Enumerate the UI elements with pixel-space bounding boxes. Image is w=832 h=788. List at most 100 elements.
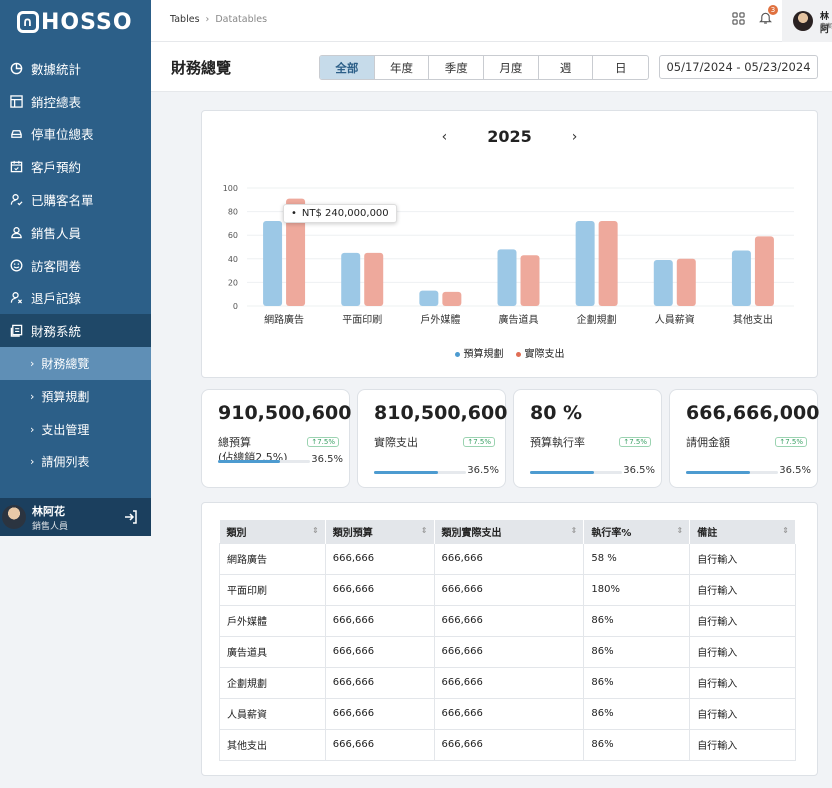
sort-icon[interactable]: ⇕ [421,526,428,535]
table-row[interactable]: 戶外媒體 666,666 666,666 86% 自行輸入 [219,604,796,637]
sidebar-item-buyers[interactable]: 已購客名單 [0,183,151,216]
sidebar-subitem-label: 財務總覽 [41,357,90,372]
sidebar-item-withdrawals[interactable]: 退戶記錄 [0,282,151,315]
table-row[interactable]: 平面印刷 666,666 666,666 180% 自行輸入 [219,573,796,606]
sidebar-item-label: 數據統計 [31,61,82,77]
sidebar-subitem-overview[interactable]: › 財務總覽 [0,347,151,380]
sidebar-item-label: 銷控總表 [31,94,82,110]
sidebar-item-label: 客戶預約 [31,160,82,176]
tab-month[interactable]: 月度 [484,56,539,79]
tab-day[interactable]: 日 [593,56,648,79]
sidebar-item-sales-control[interactable]: 銷控總表 [0,85,151,118]
table-row[interactable]: 其他支出 666,666 666,666 86% 自行輸入 [219,728,796,761]
sidebar-subitem-commissions[interactable]: › 請佣列表 [0,446,151,479]
table-row[interactable]: 廣告道具 666,666 666,666 86% 自行輸入 [219,635,796,668]
stat-card-actual-expense: 810,500,600 實際支出 ↑7.5% 36.5% [357,389,508,488]
breadcrumb: Tables › Datatables [170,14,267,25]
legend-item-budget[interactable]: 預算規劃 [454,345,504,360]
bar-budget[interactable] [575,221,595,306]
table-cell: 網路廣告 [219,542,326,575]
stat-progress-fill [686,471,751,474]
x-tick-label: 人員薪資 [655,314,695,326]
table-body: 網路廣告 666,666 666,666 58 % 自行輸入 平面印刷 666,666 666… [219,542,796,761]
table-cell: 666,666 [433,728,585,761]
stat-value: 810,500,600 [374,402,508,424]
column-header[interactable]: 類別 ⇕ [219,520,326,543]
stat-label: 請佣金額 [686,436,730,449]
bar-budget[interactable] [731,250,751,306]
stat-label: 預算執行率 [530,436,585,449]
stat-value: 910,500,600 [218,402,352,424]
stat-percent: 36.5% [779,465,811,476]
legend-item-actual[interactable]: 實際支出 [515,345,565,360]
bar-actual[interactable] [754,236,774,306]
stat-label-text: 總預算 [218,436,251,449]
stat-progress-bar [686,471,778,474]
sidebar-subitem-budget[interactable]: › 預算規劃 [0,380,151,413]
sidebar-item-sales-staff[interactable]: 銷售人員 [0,216,151,249]
bar-actual[interactable] [598,221,618,306]
sort-icon[interactable]: ⇕ [571,526,578,535]
notification-bell-icon[interactable]: 3 [759,5,778,29]
sidebar-item-stats[interactable]: 數據統計 [0,52,151,85]
apps-grid-icon[interactable] [732,10,745,29]
sidebar-item-appointments[interactable]: 客戶預約 [0,150,151,183]
table-cell: 86% [583,604,691,637]
sidebar-item-survey[interactable]: 訪客問卷 [0,249,151,282]
chart-tooltip: NT$ 240,000,000 [283,204,397,223]
bar-actual[interactable] [442,291,462,306]
table-cell: 666,666 [433,697,585,730]
logo-icon: ∩ [17,11,39,33]
smile-icon [9,258,23,272]
sort-icon[interactable]: ⇕ [677,526,684,535]
tab-all[interactable]: 全部 [320,56,375,79]
column-header[interactable]: 備註 ⇕ [689,520,796,543]
table-header-row: 類別 ⇕ 類別預算 ⇕ 類別實際支出 ⇕ 執行率% ⇕ 備註 ⇕ [219,520,796,543]
sidebar-menu: 數據統計 銷控總表 停車位總表 客戶預約 已購客名單 銷售人員 訪客問卷 退戶記… [0,52,151,478]
table-cell: 666,666 [324,604,435,637]
column-header[interactable]: 類別預算 ⇕ [325,520,435,543]
tab-week[interactable]: 週 [539,56,594,79]
table-cell: 自行輸入 [689,728,796,761]
column-header[interactable]: 執行率% ⇕ [583,520,691,543]
sidebar-item-parking[interactable]: 停車位總表 [0,118,151,151]
table-row[interactable]: 企劃規劃 666,666 666,666 86% 自行輸入 [219,666,796,699]
bar-budget[interactable] [497,249,517,306]
y-tick-label: 0 [233,302,238,311]
date-range-picker[interactable]: 05/17/2024 - 05/23/2024 [659,55,818,79]
legend-label: 實際支出 [524,349,565,360]
sidebar-item-finance[interactable]: 財務系統 [0,314,151,348]
bar-actual[interactable] [364,252,384,306]
sort-icon[interactable]: ⇕ [312,526,319,535]
tab-quarter[interactable]: 季度 [429,56,485,79]
sidebar-subitem-label: 支出管理 [41,422,90,437]
brand-logo[interactable]: ∩ HOSSO [0,0,151,44]
top-user-menu[interactable]: 林阿 專案 [782,0,832,42]
next-year-button[interactable]: › [572,129,578,145]
sidebar-item-label: 停車位總表 [31,127,94,143]
table-cell: 666,666 [324,728,435,761]
bar-budget[interactable] [653,259,673,306]
prev-year-button[interactable]: ‹ [442,129,448,145]
bar-actual[interactable] [520,255,540,306]
sort-icon[interactable]: ⇕ [782,526,789,535]
table-row[interactable]: 人員薪資 666,666 666,666 86% 自行輸入 [219,697,796,730]
logout-icon[interactable] [123,509,139,525]
bar-budget[interactable] [419,290,439,306]
stat-percent: 36.5% [311,454,343,465]
table-cell: 人員薪資 [219,697,326,730]
y-tick-label: 20 [228,278,238,287]
table-cell: 戶外媒體 [219,604,326,637]
tab-year[interactable]: 年度 [375,56,430,79]
table-cell: 180% [583,573,691,606]
breadcrumb-root[interactable]: Tables [170,14,200,25]
bar-budget[interactable] [341,252,361,306]
column-header[interactable]: 類別實際支出 ⇕ [434,520,585,543]
stat-card-commission: 666,666,000 請佣金額 ↑7.5% 36.5% [669,389,819,488]
bar-actual[interactable] [676,258,696,306]
bar-budget[interactable] [263,221,283,306]
sidebar-subitem-expenses[interactable]: › 支出管理 [0,413,151,446]
bar-chart: 0 20 40 60 80 100 網路廣告 平面印刷 戶外媒體 廣告道具 企劃規劃 人員薪資 其他支出 [223,184,794,326]
table-row[interactable]: 網路廣告 666,666 666,666 58 % 自行輸入 [219,542,796,575]
sidebar-item-label: 已購客名單 [31,193,94,209]
